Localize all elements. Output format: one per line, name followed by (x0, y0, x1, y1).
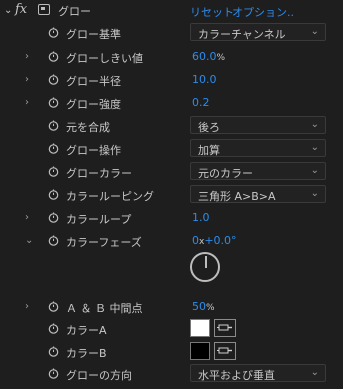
stopwatch-icon[interactable] (48, 97, 59, 108)
color-looping-dropdown[interactable]: 三角形 A>B>A ⌄ (190, 185, 326, 203)
stopwatch-icon[interactable] (48, 323, 59, 334)
stopwatch-icon[interactable] (48, 346, 59, 357)
ab-midpoint-value[interactable]: 50% (192, 300, 215, 313)
property-row-color-a: カラーA (0, 318, 343, 341)
property-label: 元を合成 (66, 121, 110, 134)
property-row-color-looping: カラールーピング 三角形 A>B>A ⌄ (0, 184, 343, 207)
effect-icon (38, 4, 50, 15)
chevron-down-icon: ⌄ (310, 188, 319, 199)
property-row-glow-radius: › グロー半径 10.0 (0, 69, 343, 92)
glow-dimensions-dropdown[interactable]: 水平および垂直 ⌄ (190, 364, 326, 382)
property-label: カラーA (66, 324, 107, 337)
dial-needle (205, 256, 207, 268)
chevron-down-icon: ⌄ (310, 26, 319, 37)
stopwatch-icon[interactable] (48, 27, 59, 38)
property-row-glow-based-on: グロー基準 カラーチャンネル ⌄ (0, 22, 343, 45)
stopwatch-icon[interactable] (48, 74, 59, 85)
value-unit: % (216, 53, 226, 63)
chevron-down-icon: ⌄ (310, 119, 319, 130)
property-row-glow-operation: グロー操作 加算 ⌄ (0, 138, 343, 161)
stopwatch-icon[interactable] (48, 212, 59, 223)
property-row-ab-midpoint: › Ａ ＆ Ｂ 中間点 50% (0, 296, 343, 319)
composite-original-dropdown[interactable]: 後ろ ⌄ (190, 116, 326, 134)
property-label: カラーフェーズ (66, 236, 142, 249)
chevron-right-icon[interactable]: › (25, 302, 29, 312)
color-b-swatch[interactable] (190, 342, 210, 360)
effect-header: ⌄ fx グロー リセット オプション.. (0, 0, 343, 22)
value-unit: % (206, 303, 215, 313)
dropdown-value: 元のカラー (198, 167, 253, 180)
dropdown-value: 後ろ (198, 121, 220, 134)
stopwatch-icon[interactable] (48, 235, 59, 246)
value-number[interactable]: 50 (192, 300, 206, 313)
stopwatch-icon[interactable] (48, 368, 59, 379)
chevron-right-icon[interactable]: › (25, 98, 29, 108)
property-row-glow-dimensions: グローの方向 水平および垂直 ⌄ (0, 363, 343, 386)
chevron-down-icon: ⌄ (310, 165, 319, 176)
options-link[interactable]: オプション.. (232, 4, 294, 20)
property-label: カラーループ (66, 213, 132, 226)
eyedropper-button[interactable] (214, 342, 236, 360)
property-label: グロー基準 (66, 28, 121, 41)
eyedropper-icon (217, 324, 232, 331)
chevron-down-icon: ⌄ (310, 142, 319, 153)
stopwatch-icon[interactable] (48, 120, 59, 131)
glow-intensity-value[interactable]: 0.2 (192, 96, 210, 109)
eyedropper-button[interactable] (214, 319, 236, 337)
stopwatch-icon[interactable] (48, 189, 59, 200)
property-row-color-b: カラーB (0, 341, 343, 364)
property-row-composite-original: 元を合成 後ろ ⌄ (0, 115, 343, 138)
chevron-down-icon[interactable]: ⌄ (4, 5, 12, 16)
glow-radius-value[interactable]: 10.0 (192, 73, 217, 86)
property-row-glow-colors: グローカラー 元のカラー ⌄ (0, 161, 343, 184)
dropdown-value: 水平および垂直 (198, 369, 275, 382)
glow-operation-dropdown[interactable]: 加算 ⌄ (190, 139, 326, 157)
property-label: グロー強度 (66, 98, 121, 111)
glow-based-on-dropdown[interactable]: カラーチャンネル ⌄ (190, 23, 326, 41)
reset-link[interactable]: リセット (190, 4, 234, 20)
glow-threshold-value[interactable]: 60.0% (192, 50, 225, 63)
property-label: グローの方向 (66, 369, 132, 382)
dropdown-value: 加算 (198, 144, 220, 157)
property-row-glow-threshold: › グローしきい値 60.0% (0, 46, 343, 69)
dropdown-value: カラーチャンネル (198, 28, 286, 41)
revolutions-value[interactable]: 0 (192, 234, 199, 247)
value-number[interactable]: 60.0 (192, 50, 217, 63)
chevron-right-icon[interactable]: › (25, 52, 29, 62)
stopwatch-icon[interactable] (48, 166, 59, 177)
stopwatch-icon[interactable] (48, 143, 59, 154)
chevron-down-icon[interactable]: ⌄ (25, 236, 33, 246)
chevron-down-icon: ⌄ (310, 367, 319, 378)
effect-name: グロー (58, 5, 91, 18)
stopwatch-icon[interactable] (48, 301, 59, 312)
degrees-value[interactable]: +0.0 (204, 234, 231, 247)
color-a-swatch[interactable] (190, 319, 210, 337)
property-row-glow-intensity: › グロー強度 0.2 (0, 92, 343, 115)
property-label: カラールーピング (66, 190, 154, 203)
property-row-color-phase: ⌄ カラーフェーズ 0x+0.0° (0, 230, 343, 253)
property-label: グローカラー (66, 167, 132, 180)
property-label: Ａ ＆ Ｂ 中間点 (66, 302, 143, 315)
fx-toggle[interactable]: fx (15, 2, 27, 17)
property-label: グロー操作 (66, 144, 121, 157)
chevron-right-icon[interactable]: › (25, 75, 29, 85)
degrees-unit: ° (231, 234, 237, 247)
stopwatch-icon[interactable] (48, 51, 59, 62)
property-label: カラーB (66, 347, 107, 360)
property-label: グローしきい値 (66, 52, 143, 65)
dropdown-value: 三角形 A>B>A (198, 190, 276, 203)
eyedropper-icon (217, 347, 232, 354)
color-loops-value[interactable]: 1.0 (192, 211, 210, 224)
property-label: グロー半径 (66, 75, 121, 88)
chevron-right-icon[interactable]: › (25, 213, 29, 223)
color-phase-dial[interactable] (190, 252, 220, 282)
property-row-color-loops: › カラーループ 1.0 (0, 207, 343, 230)
color-phase-value[interactable]: 0x+0.0° (192, 234, 237, 247)
glow-colors-dropdown[interactable]: 元のカラー ⌄ (190, 162, 326, 180)
